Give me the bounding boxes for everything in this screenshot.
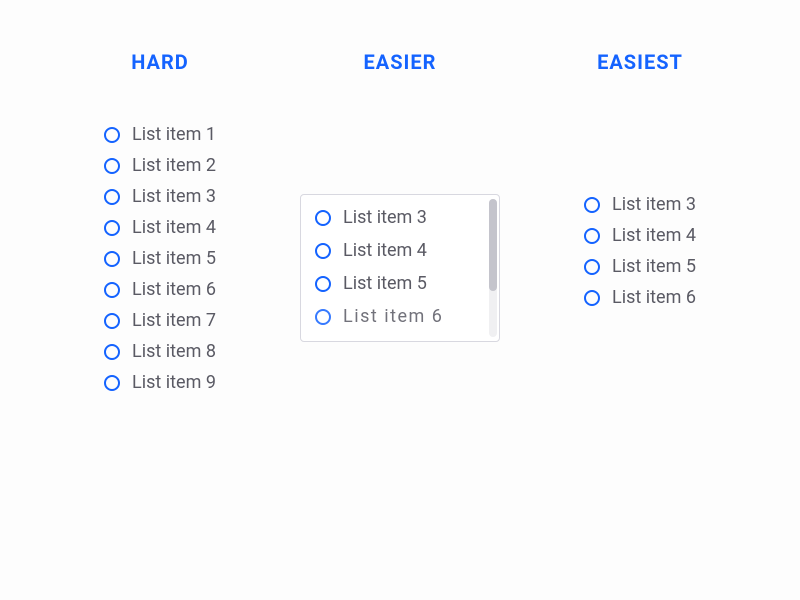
list-item[interactable]: List item 6: [104, 279, 216, 300]
radio-icon: [315, 309, 331, 325]
radio-icon: [104, 344, 120, 360]
list-item-label: List item 3: [612, 194, 696, 215]
list-item-label: List item 6: [132, 279, 216, 300]
list-item[interactable]: List item 4: [584, 225, 696, 246]
list-item[interactable]: List item 6: [315, 306, 485, 327]
list-item-label: List item 5: [343, 273, 427, 294]
list-item-label: List item 6: [343, 306, 443, 327]
list-easiest-wrapper: List item 3 List item 4 List item 5 List…: [540, 124, 740, 308]
list-item-label: List item 4: [132, 217, 216, 238]
radio-icon: [104, 127, 120, 143]
list-item[interactable]: List item 6: [584, 287, 696, 308]
list-item[interactable]: List item 4: [315, 240, 485, 261]
radio-icon: [584, 259, 600, 275]
list-item-label: List item 3: [343, 207, 427, 228]
list-hard-wrapper: List item 1 List item 2 List item 3 List…: [60, 124, 260, 393]
list-easiest: List item 3 List item 4 List item 5 List…: [584, 194, 696, 308]
radio-icon: [584, 228, 600, 244]
radio-icon: [104, 189, 120, 205]
radio-icon: [104, 251, 120, 267]
list-item[interactable]: List item 8: [104, 341, 216, 362]
heading-easier: EASIER: [364, 50, 437, 74]
list-item-label: List item 2: [132, 155, 216, 176]
list-easier-wrapper: List item 3 List item 4 List item 5 List…: [300, 124, 500, 342]
radio-icon: [104, 220, 120, 236]
scrollbar-thumb[interactable]: [489, 199, 497, 291]
column-hard: HARD List item 1 List item 2 List item 3…: [60, 50, 260, 550]
list-easier: List item 3 List item 4 List item 5 List…: [315, 207, 485, 321]
list-item-label: List item 8: [132, 341, 216, 362]
list-item[interactable]: List item 9: [104, 372, 216, 393]
list-item-label: List item 7: [132, 310, 216, 331]
column-easiest: EASIEST List item 3 List item 4 List ite…: [540, 50, 740, 550]
radio-icon: [104, 158, 120, 174]
list-item-label: List item 5: [612, 256, 696, 277]
radio-icon: [584, 197, 600, 213]
list-item-label: List item 1: [132, 124, 216, 145]
radio-icon: [584, 290, 600, 306]
heading-hard: HARD: [131, 50, 189, 74]
radio-icon: [104, 313, 120, 329]
radio-icon: [104, 375, 120, 391]
list-item[interactable]: List item 5: [584, 256, 696, 277]
radio-icon: [315, 210, 331, 226]
list-item[interactable]: List item 3: [315, 207, 485, 228]
list-item[interactable]: List item 3: [584, 194, 696, 215]
list-item[interactable]: List item 1: [104, 124, 216, 145]
column-easier: EASIER List item 3 List item 4 List item…: [300, 50, 500, 550]
radio-icon: [104, 282, 120, 298]
list-item-label: List item 5: [132, 248, 216, 269]
list-item[interactable]: List item 4: [104, 217, 216, 238]
list-item-label: List item 6: [612, 287, 696, 308]
heading-easiest: EASIEST: [597, 50, 683, 74]
list-item-label: List item 4: [612, 225, 696, 246]
list-item[interactable]: List item 3: [104, 186, 216, 207]
list-item-label: List item 9: [132, 372, 216, 393]
list-item-label: List item 3: [132, 186, 216, 207]
list-item[interactable]: List item 5: [104, 248, 216, 269]
list-item[interactable]: List item 7: [104, 310, 216, 331]
list-hard: List item 1 List item 2 List item 3 List…: [104, 124, 216, 393]
list-item[interactable]: List item 2: [104, 155, 216, 176]
radio-icon: [315, 276, 331, 292]
list-item[interactable]: List item 5: [315, 273, 485, 294]
scroll-container[interactable]: List item 3 List item 4 List item 5 List…: [300, 194, 500, 342]
radio-icon: [315, 243, 331, 259]
list-item-label: List item 4: [343, 240, 427, 261]
